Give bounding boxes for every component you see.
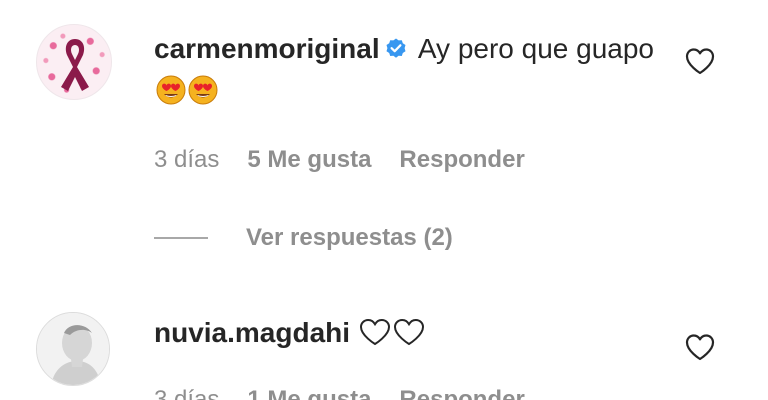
comment-item: carmenmoriginal Ay pero que guapo 3 días… [0, 0, 768, 290]
heart-eyes-emoji-icon [156, 75, 186, 105]
comment-username[interactable]: nuvia.magdahi [154, 317, 350, 348]
white-heart-emoji-icon [359, 318, 390, 346]
heart-outline-icon[interactable] [684, 46, 716, 76]
pink-ribbon-icon [61, 39, 89, 91]
comment-body: carmenmoriginal Ay pero que guapo [154, 28, 674, 112]
view-replies-label: Ver respuestas (2) [246, 224, 453, 251]
heart-outline-icon[interactable] [684, 332, 716, 362]
comment-username[interactable]: carmenmoriginal [154, 33, 380, 64]
avatar[interactable] [36, 24, 112, 100]
comment-time[interactable]: 3 días [154, 386, 219, 400]
comment-text-line: nuvia.magdahi [154, 312, 674, 354]
view-replies-button[interactable]: Ver respuestas (2) [154, 224, 453, 252]
verified-badge-icon [386, 38, 406, 58]
person-avatar-icon [37, 313, 109, 385]
heart-eyes-emoji-icon [188, 75, 218, 105]
comment-text-line: carmenmoriginal Ay pero que guapo [154, 28, 674, 112]
white-heart-emoji-icon [393, 318, 424, 346]
comment-meta: 3 días 5 Me gusta Responder [154, 146, 525, 174]
comment-item: nuvia.magdahi 3 días 1 Me gusta Responde… [0, 290, 768, 400]
avatar[interactable] [36, 312, 110, 386]
comments-panel: carmenmoriginal Ay pero que guapo 3 días… [0, 0, 768, 400]
reply-button[interactable]: Responder [399, 146, 524, 174]
comment-likes[interactable]: 5 Me gusta [247, 146, 371, 174]
replies-divider-line [154, 237, 208, 239]
comment-likes[interactable]: 1 Me gusta [247, 386, 371, 400]
comment-body: nuvia.magdahi [154, 312, 674, 354]
reply-button[interactable]: Responder [399, 386, 524, 400]
comment-text: Ay pero que guapo [417, 33, 655, 64]
comment-time[interactable]: 3 días [154, 146, 219, 174]
comment-meta: 3 días 1 Me gusta Responder [154, 386, 525, 400]
